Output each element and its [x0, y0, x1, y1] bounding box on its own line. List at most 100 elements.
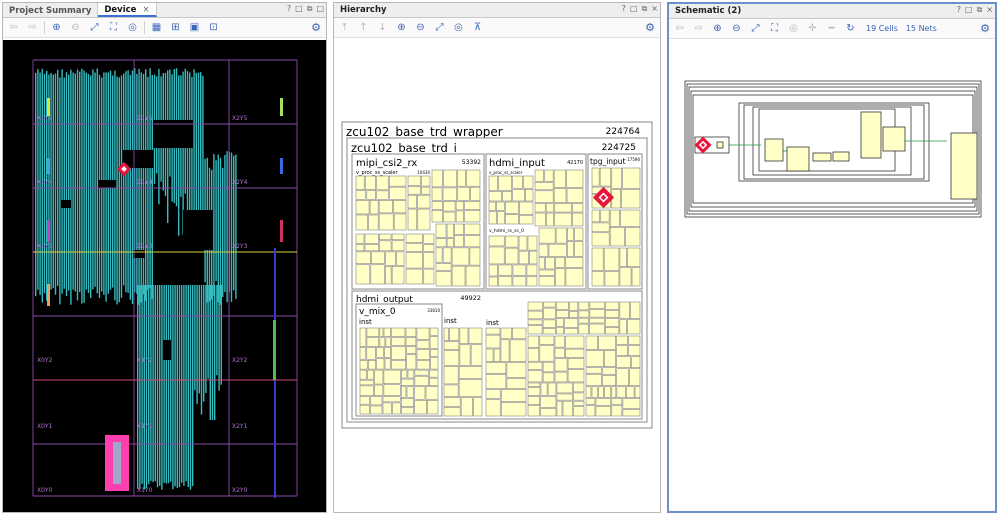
- hier-sub-count: 10430: [417, 170, 430, 175]
- settings-gear-icon[interactable]: ⚙: [980, 22, 990, 35]
- go-up-icon[interactable]: ↑: [356, 20, 371, 35]
- schematic-titlebar: Schematic (2) ? □ ⧉ ×: [669, 4, 995, 19]
- clock-region-label: X2Y3: [232, 243, 248, 250]
- routing-resources-icon[interactable]: ▦: [149, 20, 164, 35]
- schematic-cell[interactable]: [832, 151, 850, 162]
- hierarchy-view[interactable]: zcu102_base_trd_wrapper 224764 zcu102_ba…: [334, 40, 660, 512]
- hier-child-label: zcu102_base_trd_i: [351, 141, 457, 155]
- settings-gear-icon[interactable]: ⚙: [311, 21, 321, 34]
- float-icon[interactable]: ⧉: [977, 5, 983, 15]
- clock-region-label: X2Y1: [232, 423, 248, 430]
- hier-sub-label: inst: [359, 318, 372, 326]
- schematic-panel: Schematic (2) ? □ ⧉ × ⇦ ⇨ ⊕ ⊖ ⤢ ⛶ ◎ ✛ ━ …: [667, 2, 997, 513]
- window-controls: ? □ ⧉ ×: [957, 5, 993, 15]
- schematic-view[interactable]: [669, 41, 995, 511]
- help-icon[interactable]: ?: [957, 5, 961, 15]
- cells-count-link[interactable]: 19 Cells: [866, 24, 898, 33]
- cell-icon[interactable]: ⊞: [168, 20, 183, 35]
- device-floorplan[interactable]: X0Y5 X0Y4 X0Y3 X0Y2 X0Y1 X0Y0 X1Y5 X1Y4 X1Y3 X1Y2…: [3, 40, 326, 512]
- schematic-title: Schematic (2): [675, 6, 742, 16]
- float-icon[interactable]: ⧉: [642, 4, 648, 14]
- window-controls: ? □ ⧉ □: [287, 4, 324, 14]
- schematic-cell[interactable]: [716, 141, 724, 149]
- pblock-icon[interactable]: ▣: [187, 20, 202, 35]
- hier-sub-label: v_mix_0: [359, 307, 396, 317]
- zoom-in-icon[interactable]: ⊕: [49, 20, 64, 35]
- schematic-cell[interactable]: [882, 126, 906, 152]
- zoom-area-icon[interactable]: ⛶: [767, 21, 782, 36]
- clock-region-label: X1Y1: [137, 423, 153, 430]
- clock-region-label: X2Y4: [232, 179, 248, 186]
- clock-region-label: X0Y0: [37, 487, 53, 494]
- close-tab-icon[interactable]: ×: [142, 5, 149, 15]
- clock-region-label: X0Y2: [37, 357, 53, 364]
- back-arrow-icon[interactable]: ⇦: [672, 21, 687, 36]
- hier-sub-label: inst: [444, 317, 457, 325]
- hierarchy-treemap[interactable]: zcu102_base_trd_wrapper 224764 zcu102_ba…: [334, 40, 660, 512]
- settings-gear-icon[interactable]: ⚙: [645, 21, 655, 34]
- go-down-icon[interactable]: ↓: [375, 20, 390, 35]
- tab-project-summary[interactable]: Project Summary: [3, 3, 99, 17]
- hier-sub-label: inst: [486, 319, 499, 327]
- device-panel-titlebar: Project Summary Device × ? □ ⧉ □: [3, 3, 326, 18]
- help-icon[interactable]: ?: [287, 4, 291, 14]
- zoom-area-icon[interactable]: ⛶: [106, 20, 121, 35]
- hier-module-hdmi-input-count: 42170: [567, 160, 583, 166]
- hier-module-tpg-label: tpg_input: [590, 157, 626, 166]
- io-bank-column: [280, 98, 283, 116]
- go-top-icon[interactable]: ⤒: [337, 20, 352, 35]
- schematic-cell[interactable]: [950, 132, 978, 200]
- forward-arrow-icon[interactable]: ⇨: [25, 20, 40, 35]
- zoom-fit-icon[interactable]: ⤢: [432, 20, 447, 35]
- schematic-cell[interactable]: [860, 111, 882, 159]
- help-icon[interactable]: ?: [622, 4, 626, 14]
- clock-region-label: X1Y5: [137, 115, 153, 122]
- auto-fit-icon[interactable]: ◎: [451, 20, 466, 35]
- schematic-diagram[interactable]: [669, 41, 995, 511]
- hier-child-count: 224725: [602, 143, 636, 153]
- tab-device[interactable]: Device ×: [98, 3, 157, 17]
- close-icon[interactable]: ×: [986, 5, 993, 15]
- schematic-cell[interactable]: [786, 146, 810, 172]
- zoom-out-icon[interactable]: ⊖: [729, 21, 744, 36]
- hier-module-hdmi-output-count: 49922: [460, 294, 481, 302]
- float-icon[interactable]: ⧉: [307, 4, 313, 14]
- auto-fit-icon[interactable]: ◎: [786, 21, 801, 36]
- nets-count-link[interactable]: 15 Nets: [906, 24, 937, 33]
- schematic-cell[interactable]: [764, 138, 784, 162]
- io-bank-column: [47, 220, 50, 242]
- back-arrow-icon[interactable]: ⇦: [6, 20, 21, 35]
- clock-region-label: X0Y3: [37, 243, 53, 250]
- minimize-icon[interactable]: □: [630, 4, 638, 14]
- minimize-icon[interactable]: □: [295, 4, 303, 14]
- clock-region-label: X2Y2: [232, 357, 248, 364]
- auto-fit-icon[interactable]: ◎: [125, 20, 140, 35]
- clock-region-label: X0Y4: [37, 179, 53, 186]
- placed-logic: [35, 68, 237, 490]
- zoom-fit-icon[interactable]: ⤢: [748, 21, 763, 36]
- io-bank-column: [47, 284, 50, 306]
- clock-region-label: X1Y3: [137, 243, 153, 250]
- hierarchy-title: Hierarchy: [340, 5, 387, 15]
- forward-arrow-icon[interactable]: ⇨: [691, 21, 706, 36]
- close-icon[interactable]: ×: [651, 4, 658, 14]
- hierarchy-mode-icon[interactable]: ⊼: [470, 20, 485, 35]
- zoom-in-icon[interactable]: ⊕: [394, 20, 409, 35]
- zoom-out-icon[interactable]: ⊖: [413, 20, 428, 35]
- zoom-fit-icon[interactable]: ⤢: [87, 20, 102, 35]
- expand-icon[interactable]: ✛: [805, 21, 820, 36]
- place-icon[interactable]: ⊡: [206, 20, 221, 35]
- collapse-icon[interactable]: ━: [824, 21, 839, 36]
- zoom-out-icon[interactable]: ⊖: [68, 20, 83, 35]
- tab-project-summary-label: Project Summary: [9, 6, 92, 16]
- hier-module-hdmi-input-label: hdmi_input: [489, 158, 545, 169]
- schematic-cells: [694, 111, 978, 200]
- minimize-icon[interactable]: □: [965, 5, 973, 15]
- hierarchy-panel: Hierarchy ? □ ⧉ × ⤒ ↑ ↓ ⊕ ⊖ ⤢ ◎ ⊼ ⚙ zcu1…: [333, 2, 661, 513]
- device-toolbar: ⇦ ⇨ ⊕ ⊖ ⤢ ⛶ ◎ ▦ ⊞ ▣ ⊡ ⚙: [3, 18, 326, 38]
- regenerate-icon[interactable]: ↻: [843, 21, 858, 36]
- schematic-cell[interactable]: [812, 152, 832, 162]
- zoom-in-icon[interactable]: ⊕: [710, 21, 725, 36]
- maximize-icon[interactable]: □: [316, 4, 324, 14]
- device-view[interactable]: X0Y5 X0Y4 X0Y3 X0Y2 X0Y1 X0Y0 X1Y5 X1Y4 X1Y3 X1Y2…: [3, 40, 326, 512]
